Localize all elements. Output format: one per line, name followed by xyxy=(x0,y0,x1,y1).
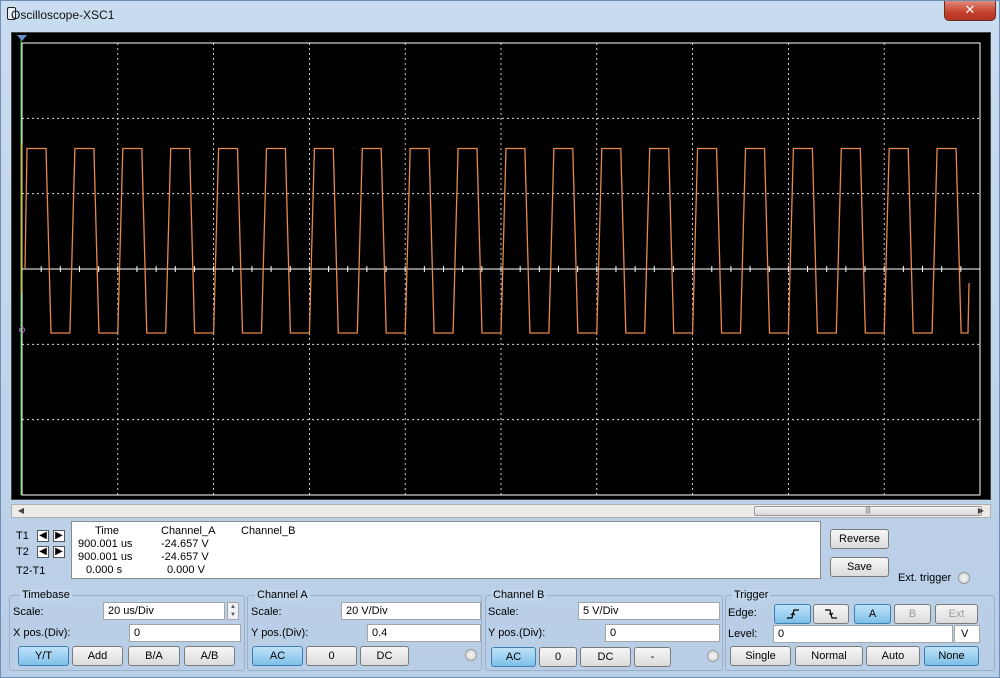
t1-left-arrow-icon[interactable]: ◀ xyxy=(37,530,49,542)
cursor-marker-icon xyxy=(17,35,27,41)
channel-a-header: Channel_A xyxy=(161,525,216,537)
trigger-normal-button[interactable]: Normal xyxy=(795,646,863,666)
oscilloscope-screen[interactable] xyxy=(11,32,991,500)
channel-a-scale-field[interactable]: 20 V/Div xyxy=(341,602,481,620)
t2-time: 900.001 us xyxy=(78,551,133,563)
falling-edge-button[interactable] xyxy=(813,604,849,624)
t1-right-arrow-icon[interactable]: ▶ xyxy=(53,530,65,542)
spin-up-icon[interactable]: ▲ xyxy=(228,603,238,611)
trigger-single-button[interactable]: Single xyxy=(730,646,791,666)
channel-a-zero-button[interactable]: 0 xyxy=(306,646,357,666)
channel-b-ypos-field[interactable]: 0 xyxy=(605,624,720,642)
trigger-level-label: Level: xyxy=(728,628,758,640)
scope-display xyxy=(17,35,981,496)
trigger-none-button[interactable]: None xyxy=(924,646,979,666)
channel-b-scale-field[interactable]: 5 V/Div xyxy=(578,602,720,620)
timebase-scale-label: Scale: xyxy=(13,606,44,618)
trigger-auto-button[interactable]: Auto xyxy=(866,646,920,666)
spin-down-icon[interactable]: ▼ xyxy=(228,611,238,619)
mode-add-button[interactable]: Add xyxy=(72,646,123,666)
mode-ab-button[interactable]: A/B xyxy=(184,646,235,666)
t2-left-arrow-icon[interactable]: ◀ xyxy=(37,546,49,558)
close-button[interactable]: ✕ xyxy=(944,1,996,21)
horizontal-scrollbar[interactable]: ◀ ||| ▶ xyxy=(11,504,991,518)
channel-a-terminal[interactable] xyxy=(465,649,477,661)
channel-b-scale-label: Scale: xyxy=(488,606,519,618)
timebase-scale-spinner[interactable]: ▲ ▼ xyxy=(227,602,239,620)
trigger-level-unit[interactable]: V xyxy=(954,625,980,643)
scroll-thumb[interactable]: ||| xyxy=(754,506,982,516)
channel-a-trace xyxy=(24,147,970,334)
channel-b-invert-button[interactable]: - xyxy=(634,647,671,667)
delta-time: 0.000 s xyxy=(86,564,123,576)
scroll-right-icon[interactable]: ▶ xyxy=(974,505,988,517)
oscilloscope-window: Oscilloscope-XSC1 ✕ ◀ ||| ▶ T1 ◀ ▶ T2 ◀ … xyxy=(0,0,1000,678)
timebase-title: Timebase xyxy=(20,589,72,601)
t1-channel-a: -24.657 V xyxy=(161,538,209,550)
timebase-xpos-field[interactable]: 0 xyxy=(129,624,241,642)
mode-yt-button[interactable]: Y/T xyxy=(18,646,69,666)
trigger-source-ext-button[interactable]: Ext xyxy=(935,604,978,624)
scroll-left-icon[interactable]: ◀ xyxy=(14,505,28,517)
rising-edge-icon xyxy=(786,609,799,619)
timebase-xpos-label: X pos.(Div): xyxy=(13,627,71,639)
titlebar[interactable]: Oscilloscope-XSC1 ✕ xyxy=(1,1,1000,29)
channel-b-ac-button[interactable]: AC xyxy=(491,647,536,667)
channel-a-ypos-field[interactable]: 0.4 xyxy=(367,624,481,642)
t2-right-arrow-icon[interactable]: ▶ xyxy=(53,546,65,558)
trigger-source-b-button[interactable]: B xyxy=(894,604,931,624)
ext-trigger-terminal[interactable] xyxy=(958,572,970,584)
channel-b-zero-button[interactable]: 0 xyxy=(539,647,577,667)
falling-edge-icon xyxy=(825,609,837,619)
mode-ba-button[interactable]: B/A xyxy=(128,646,180,666)
channel-b-header: Channel_B xyxy=(241,525,296,537)
channel-a-title: Channel A xyxy=(255,589,310,601)
rising-edge-button[interactable] xyxy=(774,604,811,624)
trigger-source-a-button[interactable]: A xyxy=(854,604,891,624)
channel-a-ypos-label: Y pos.(Div): xyxy=(251,627,309,639)
channel-a-ac-button[interactable]: AC xyxy=(252,646,303,666)
channel-a-dc-button[interactable]: DC xyxy=(360,646,409,666)
channel-a-scale-label: Scale: xyxy=(251,606,282,618)
t2-t1-label: T2-T1 xyxy=(16,565,46,577)
channel-b-dc-button[interactable]: DC xyxy=(580,647,631,667)
t2-label: T2 xyxy=(16,546,29,558)
channel-b-ypos-label: Y pos.(Div): xyxy=(488,627,546,639)
save-button[interactable]: Save xyxy=(830,557,889,577)
channel-b-terminal[interactable] xyxy=(707,650,719,662)
trigger-edge-label: Edge: xyxy=(728,607,757,619)
ext-trigger-label: Ext. trigger xyxy=(898,572,952,584)
trigger-title: Trigger xyxy=(732,589,771,601)
t1-time: 900.001 us xyxy=(78,538,133,550)
t1-label: T1 xyxy=(16,530,29,542)
measurement-readout: Time Channel_A Channel_B 900.001 us -24.… xyxy=(71,521,821,579)
trigger-level-field[interactable]: 0 xyxy=(773,625,953,643)
t2-channel-a: -24.657 V xyxy=(161,551,209,563)
window-title: Oscilloscope-XSC1 xyxy=(11,8,115,22)
delta-channel-a: 0.000 V xyxy=(167,564,205,576)
channel-b-title: Channel B xyxy=(491,589,547,601)
timebase-scale-field[interactable]: 20 us/Div xyxy=(103,602,225,620)
reverse-button[interactable]: Reverse xyxy=(830,529,889,549)
time-header: Time xyxy=(95,525,120,537)
